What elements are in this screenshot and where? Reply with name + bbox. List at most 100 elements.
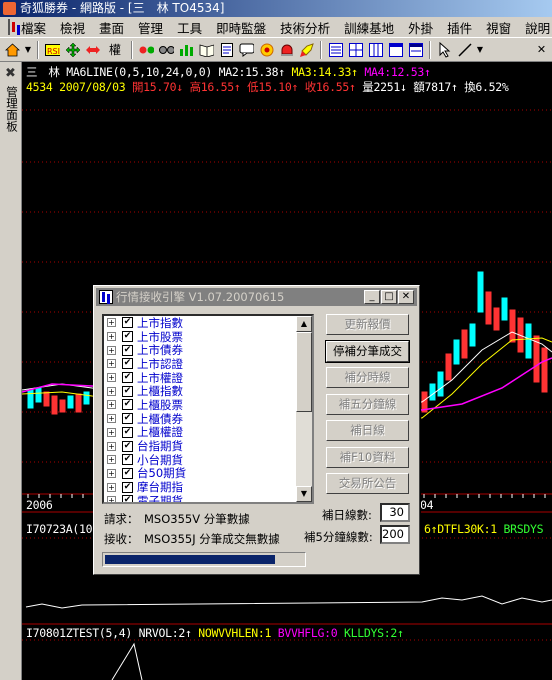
- market-list-item[interactable]: + ✔ 台指期貨: [104, 439, 312, 453]
- market-list-item[interactable]: + ✔ 上市股票: [104, 330, 312, 344]
- expand-icon[interactable]: +: [107, 386, 116, 396]
- scroll-down-icon[interactable]: ▼: [296, 486, 312, 502]
- stop-tick-button[interactable]: 停補分筆成交: [325, 339, 410, 363]
- checkbox[interactable]: ✔: [122, 385, 133, 397]
- menu-addon[interactable]: 插件: [440, 18, 479, 37]
- checkbox[interactable]: ✔: [122, 358, 133, 370]
- market-list-item[interactable]: + ✔ 小台期貨: [104, 453, 312, 467]
- dialog-title-bar[interactable]: 行情接收引擎 V1.07.20070615 _ □ ✕: [96, 288, 417, 306]
- market-list-item[interactable]: + ✔ 上櫃指數: [104, 384, 312, 398]
- menu-plugin[interactable]: 外掛: [401, 18, 440, 37]
- line-draw-icon[interactable]: [456, 41, 473, 58]
- checkbox[interactable]: ✔: [122, 317, 133, 329]
- window-title-bar[interactable]: 奇狐勝券 - 網路版 - [三 林 TO4534]: [0, 0, 552, 17]
- expand-icon[interactable]: +: [107, 359, 116, 369]
- expand-icon[interactable]: +: [107, 400, 116, 410]
- checkbox[interactable]: ✔: [122, 495, 133, 502]
- rocket-icon[interactable]: [298, 41, 315, 58]
- expand-icon[interactable]: +: [107, 427, 116, 437]
- chevron-down-icon[interactable]: ▼: [24, 41, 32, 58]
- paper-icon[interactable]: [218, 41, 235, 58]
- balls-icon[interactable]: [138, 41, 155, 58]
- expand-icon[interactable]: +: [107, 345, 116, 355]
- menu-manage[interactable]: 管理: [131, 18, 170, 37]
- exchange-notice-button[interactable]: 交易所公告: [326, 473, 409, 494]
- gear-ball-icon[interactable]: [258, 41, 275, 58]
- fill-minute-line-button[interactable]: 補分時線: [326, 367, 409, 388]
- arrows-icon[interactable]: [84, 41, 101, 58]
- expand-icon[interactable]: +: [107, 455, 116, 465]
- grid-icon[interactable]: [347, 41, 364, 58]
- scroll-thumb[interactable]: [296, 332, 312, 412]
- book-icon[interactable]: [198, 41, 215, 58]
- close-button[interactable]: ✕: [398, 290, 414, 304]
- document-icon[interactable]: [8, 19, 15, 35]
- expand-icon[interactable]: +: [107, 332, 116, 342]
- market-list-item[interactable]: + ✔ 上市指數: [104, 316, 312, 330]
- menu-monitor[interactable]: 即時監盤: [209, 18, 273, 37]
- menu-analysis[interactable]: 技術分析: [273, 18, 337, 37]
- market-list-item[interactable]: + ✔ 摩台期指: [104, 480, 312, 494]
- panel-icon[interactable]: [387, 41, 404, 58]
- cursor-icon[interactable]: [436, 41, 453, 58]
- checkbox[interactable]: ✔: [122, 426, 133, 438]
- five-min-lines-input[interactable]: 200: [380, 525, 410, 544]
- checkbox[interactable]: ✔: [122, 454, 133, 466]
- expand-icon[interactable]: +: [107, 373, 116, 383]
- quote-engine-dialog[interactable]: 行情接收引擎 V1.07.20070615 _ □ ✕ + ✔ 上市指數 + ✔ 上市股票…: [93, 285, 420, 575]
- close-icon[interactable]: ✕: [533, 41, 550, 58]
- expand-icon[interactable]: +: [107, 441, 116, 451]
- checkbox[interactable]: ✔: [122, 467, 133, 479]
- menu-view[interactable]: 檢視: [53, 18, 92, 37]
- expand-icon[interactable]: +: [107, 496, 116, 502]
- checkbox[interactable]: ✔: [122, 372, 133, 384]
- expand-icon[interactable]: +: [107, 482, 116, 492]
- weight-icon[interactable]: 權: [104, 41, 126, 58]
- list-scrollbar[interactable]: ▲ ▼: [296, 316, 312, 502]
- list-icon[interactable]: [327, 41, 344, 58]
- checkbox[interactable]: ✔: [122, 413, 133, 425]
- menu-file[interactable]: 檔案: [14, 18, 53, 37]
- market-list-item[interactable]: + ✔ 上市認證: [104, 357, 312, 371]
- scroll-up-icon[interactable]: ▲: [296, 316, 312, 332]
- move-icon[interactable]: [64, 41, 81, 58]
- maximize-button[interactable]: □: [381, 290, 397, 304]
- market-list-item[interactable]: + ✔ 上櫃股票: [104, 398, 312, 412]
- bar-chart-icon[interactable]: [178, 41, 195, 58]
- window-icon[interactable]: [407, 41, 424, 58]
- menu-window[interactable]: 視窗: [479, 18, 518, 37]
- refresh-quotes-button[interactable]: 更新報價: [326, 314, 409, 335]
- expand-icon[interactable]: +: [107, 318, 116, 328]
- minimize-button[interactable]: _: [364, 290, 380, 304]
- menu-tools[interactable]: 工具: [170, 18, 209, 37]
- management-panel-sidebar[interactable]: ✖ 管理面板: [0, 62, 22, 680]
- chat-icon[interactable]: [238, 41, 255, 58]
- daily-lines-input[interactable]: 30: [380, 503, 410, 522]
- checkbox[interactable]: ✔: [122, 344, 133, 356]
- expand-icon[interactable]: +: [107, 468, 116, 478]
- glasses-icon[interactable]: [158, 41, 175, 58]
- market-list-item[interactable]: + ✔ 上櫃權證: [104, 425, 312, 439]
- menu-help[interactable]: 說明: [518, 18, 552, 37]
- market-list-item[interactable]: + ✔ 台50期貨: [104, 466, 312, 480]
- checkbox[interactable]: ✔: [122, 399, 133, 411]
- wrench-icon[interactable]: ✖: [3, 66, 18, 81]
- market-list-item[interactable]: + ✔ 上市債券: [104, 343, 312, 357]
- checkbox[interactable]: ✔: [122, 481, 133, 493]
- fill-five-min-button[interactable]: 補五分鐘線: [326, 393, 409, 415]
- market-list-item[interactable]: + ✔ 上櫃債券: [104, 412, 312, 426]
- expand-icon[interactable]: +: [107, 414, 116, 424]
- fill-f10-button[interactable]: 補F10資料: [326, 446, 409, 468]
- fill-daily-button[interactable]: 補日線: [326, 420, 409, 441]
- menu-training[interactable]: 訓練基地: [337, 18, 401, 37]
- chevron-down-icon[interactable]: ▼: [476, 41, 484, 58]
- menu-screen[interactable]: 畫面: [92, 18, 131, 37]
- home-icon[interactable]: [4, 41, 21, 58]
- checkbox[interactable]: ✔: [122, 440, 133, 452]
- market-list-item[interactable]: + ✔ 上市權證: [104, 371, 312, 385]
- market-list[interactable]: + ✔ 上市指數 + ✔ 上市股票 + ✔ 上市債券 + ✔ 上市認證 + ✔ 上市權證 + ✔ 上櫃指數 + ✔ 上櫃…: [102, 314, 314, 504]
- checkbox[interactable]: ✔: [122, 331, 133, 343]
- rsi-icon[interactable]: RSI: [44, 41, 61, 58]
- alarm-icon[interactable]: [278, 41, 295, 58]
- market-list-item[interactable]: + ✔ 電子期貨: [104, 494, 312, 502]
